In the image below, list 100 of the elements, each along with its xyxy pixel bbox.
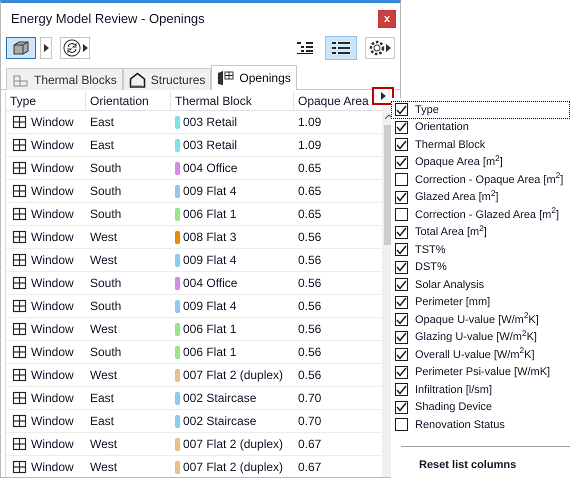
table-cell-text: 1.09: [297, 137, 322, 154]
tree-list-icon: [297, 41, 313, 55]
table-cell-text: 0.65: [297, 183, 322, 200]
menu-item-label: Correction - Glazed Area [m$^{2}$]: [415, 206, 559, 222]
menu-item-label: Orientation: [415, 120, 469, 135]
table-cell: Window: [6, 159, 86, 177]
checkbox[interactable]: [395, 278, 408, 292]
window-icon: [12, 345, 27, 359]
checkbox[interactable]: [395, 400, 408, 414]
menu-item[interactable]: Opaque Area [m$^{2}$]: [391, 154, 570, 171]
column-header[interactable]: Orientation: [86, 92, 171, 110]
menu-item[interactable]: Correction - Glazed Area [m$^{2}$]: [391, 206, 570, 224]
checkbox[interactable]: [395, 296, 408, 309]
column-header[interactable]: Type: [6, 92, 86, 110]
close-button[interactable]: x: [378, 10, 396, 28]
menu-item[interactable]: Glazing U-value [W/m$^{2}$K]: [391, 328, 570, 346]
table-cell-text: 007 Flat 2 (duplex): [183, 367, 284, 384]
menu-item[interactable]: Shading Device: [391, 398, 570, 416]
menu-item[interactable]: Perimeter [mm]: [391, 294, 570, 311]
view-3d-button[interactable]: [6, 37, 36, 59]
table-cell: Window: [6, 435, 86, 453]
caret-icon: [44, 44, 48, 52]
table-cell-text: 0.56: [297, 298, 322, 315]
table-cell: Window: [6, 412, 86, 430]
menu-item[interactable]: Solar Analysis: [391, 276, 570, 294]
check-icon: [396, 297, 407, 308]
menu-item[interactable]: Thermal Block: [391, 136, 570, 154]
menu-item[interactable]: Perimeter Psi-value [W/mK]: [391, 364, 570, 381]
menu-item[interactable]: Glazed Area [m$^{2}$]: [391, 188, 570, 206]
menu-item[interactable]: Total Area [m$^{2}$]: [391, 224, 570, 241]
checkbox[interactable]: [395, 366, 408, 379]
check-icon: [396, 244, 407, 255]
table-cell: Window: [6, 297, 86, 315]
checkbox[interactable]: [395, 120, 408, 134]
table-cell-text: South: [89, 275, 122, 292]
checkbox[interactable]: [395, 418, 408, 432]
menu-item-label: Opaque U-value [W/m$^{2}$K]: [415, 312, 539, 328]
check-icon: [396, 280, 407, 290]
menu-item-label: Glazed Area [m$^{2}$]: [415, 189, 498, 205]
checkbox[interactable]: [395, 173, 408, 186]
checkbox[interactable]: [395, 348, 408, 362]
table-cell-text: 0.70: [297, 390, 322, 407]
checkbox[interactable]: [395, 138, 408, 152]
view-toggle[interactable]: [325, 36, 357, 60]
menu-item[interactable]: Correction - Opaque Area [m$^{2}$]: [391, 171, 570, 188]
column-menu-button[interactable]: [372, 87, 394, 105]
menu-item[interactable]: Type: [391, 101, 570, 118]
checkbox[interactable]: [395, 313, 408, 326]
table-cell: Window: [6, 343, 86, 361]
menu-item-label: Renovation Status: [415, 418, 505, 432]
table-cell-text: 0.70: [297, 413, 322, 430]
window-icon: [12, 161, 27, 175]
table-cell-text: 002 Staircase: [183, 413, 256, 430]
menu-item[interactable]: Infiltration [l/sm]: [391, 381, 570, 398]
checkbox[interactable]: [395, 190, 408, 204]
window-icon: [12, 207, 27, 221]
check-icon: [396, 104, 407, 115]
checkbox[interactable]: [395, 330, 408, 344]
tab[interactable]: Structures: [122, 68, 212, 90]
table-cell: Window: [6, 113, 86, 131]
checkbox[interactable]: [395, 226, 408, 239]
window-icon: [12, 368, 27, 382]
checkbox[interactable]: [395, 243, 408, 256]
table-cell-text: 0.56: [297, 321, 322, 338]
caret-icon: [82, 44, 88, 52]
checkbox[interactable]: [395, 156, 408, 169]
table-cell-text: South: [89, 160, 122, 177]
column-header[interactable]: Thermal Block: [171, 92, 294, 110]
settings-icon: [369, 40, 385, 56]
list-icon: [332, 41, 350, 55]
cube-icon: [13, 41, 29, 55]
table-cell-text: 008 Flat 3: [183, 229, 236, 246]
window-icon: [12, 253, 27, 267]
menu-item[interactable]: Orientation: [391, 118, 570, 136]
checkbox[interactable]: [395, 383, 408, 396]
menu-item-label: Type: [415, 102, 439, 118]
table-cell: Window: [6, 136, 86, 154]
menu-item[interactable]: Renovation Status: [391, 416, 570, 434]
tab[interactable]: Thermal Blocks: [6, 68, 123, 90]
table-cell-text: East: [89, 114, 116, 131]
checkbox[interactable]: [395, 260, 408, 274]
table-cell-text: West: [89, 459, 118, 476]
table-cell-text: 0.56: [297, 275, 322, 292]
refresh-button[interactable]: [60, 37, 90, 59]
menu-item-label: Thermal Block: [415, 138, 486, 152]
menu-item[interactable]: DST%: [391, 258, 570, 276]
check-icon: [396, 140, 407, 150]
check-icon: [396, 314, 407, 325]
checkbox[interactable]: [395, 208, 408, 222]
menu-item-label: Glazing U-value [W/m$^{2}$K]: [415, 329, 537, 345]
reset-columns-button[interactable]: Reset list columns: [419, 456, 516, 473]
menu-item[interactable]: TST%: [391, 241, 570, 258]
table-cell-text: West: [89, 367, 118, 384]
table-cell-text: 004 Office: [183, 275, 238, 292]
checkbox[interactable]: [395, 103, 408, 116]
column-header[interactable]: Opaque Area: [294, 92, 372, 110]
menu-item[interactable]: Opaque U-value [W/m$^{2}$K]: [391, 311, 570, 328]
menu-item[interactable]: Overall U-value [W/m$^{2}$K]: [391, 346, 570, 364]
settings-button[interactable]: [365, 37, 395, 59]
tab[interactable]: Openings: [211, 65, 297, 90]
